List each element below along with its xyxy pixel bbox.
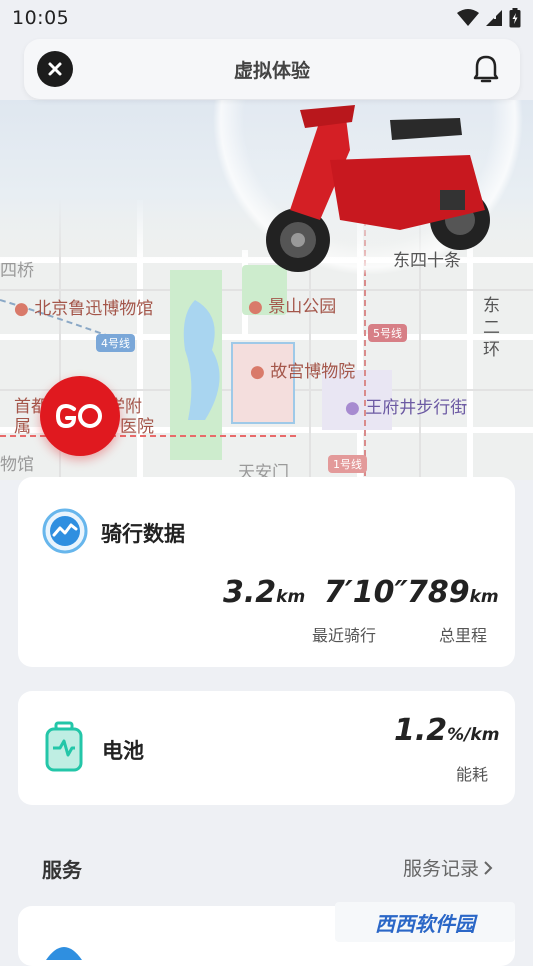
recent-distance-number: 3.2 <box>223 575 277 610</box>
map-label-shu: 属 <box>14 417 31 437</box>
bell-icon <box>473 55 499 83</box>
total-distance-unit: km <box>469 587 499 607</box>
poi-pin-icon: ● <box>250 362 265 382</box>
go-button[interactable] <box>40 376 120 456</box>
metro-badge-line5: 5号线 <box>368 324 407 342</box>
poi-pin-icon: ● <box>248 297 263 317</box>
map-label-gugong[interactable]: ● 故宫博物院 <box>250 357 355 382</box>
map-label-wangfujing[interactable]: ● 王府井步行街 <box>345 393 467 418</box>
map-label-dongsi: 东四十条 <box>393 251 461 271</box>
status-icons <box>457 8 521 28</box>
watermark-logo: 西西软件园 <box>335 902 515 942</box>
map-label-dongerhuan: 东二环 <box>483 296 500 360</box>
recent-distance-value: 3.2km <box>223 575 305 610</box>
poi-name: 景山公园 <box>268 297 337 317</box>
map-label-wuguan: 物馆 <box>0 455 34 475</box>
recent-distance-unit: km <box>276 587 306 607</box>
go-logo-icon <box>55 403 102 429</box>
wifi-icon <box>457 9 479 26</box>
metro-badge-line4: 4号线 <box>96 334 135 352</box>
service-record-link[interactable]: 服务记录 <box>403 854 493 881</box>
close-button[interactable] <box>37 51 73 87</box>
poi-pin-icon: ● <box>14 299 29 319</box>
ride-card-title: 骑行数据 <box>101 522 185 546</box>
services-title: 服务 <box>42 858 82 882</box>
page-title: 虚拟体验 <box>233 59 310 82</box>
close-icon <box>48 62 62 76</box>
signal-icon <box>486 10 502 26</box>
consumption-unit: %/km <box>447 725 500 745</box>
map-label-jingshan[interactable]: ● 景山公园 <box>248 292 336 317</box>
chevron-right-icon <box>484 860 493 875</box>
battery-status-icon <box>509 8 521 28</box>
metro-badge-line1: 1号线 <box>328 455 367 473</box>
ride-data-card[interactable]: 骑行数据 3.2km 7′10″ 789km 最近骑行 总里程 <box>18 477 515 667</box>
consumption-value: 1.2%/km <box>394 713 499 748</box>
total-distance-label: 总里程 <box>439 626 488 645</box>
battery-icon <box>45 721 83 772</box>
top-bar: 虚拟体验 <box>24 39 520 99</box>
consumption-label: 能耗 <box>456 765 489 784</box>
map-label-yiyuan: 医院 <box>120 417 154 437</box>
poi-name: 王府井步行街 <box>365 398 468 418</box>
map-label-qiao: 四桥 <box>0 261 34 281</box>
ride-data-icon <box>42 508 88 554</box>
notification-button[interactable] <box>468 51 504 87</box>
poi-name: 故宫博物院 <box>270 362 356 382</box>
status-time: 10:05 <box>12 7 70 29</box>
map-label-luxun[interactable]: ● 北京鲁迅博物馆 <box>14 294 153 319</box>
watermark-text: 西西软件园 <box>375 911 475 936</box>
status-bar: 10:05 <box>0 0 533 36</box>
service-record-label: 服务记录 <box>402 858 479 880</box>
battery-card[interactable]: 电池 1.2%/km 能耗 <box>18 691 515 805</box>
poi-name: 北京鲁迅博物馆 <box>34 299 154 319</box>
poi-pin-icon: ● <box>345 398 360 418</box>
total-distance-value: 789km <box>407 575 499 610</box>
recent-time-value: 7′10″ <box>324 575 408 610</box>
recent-ride-label: 最近骑行 <box>312 626 377 645</box>
consumption-number: 1.2 <box>394 713 448 748</box>
total-distance-number: 789 <box>407 575 470 610</box>
service-icon <box>46 947 82 960</box>
battery-card-title: 电池 <box>102 739 144 763</box>
